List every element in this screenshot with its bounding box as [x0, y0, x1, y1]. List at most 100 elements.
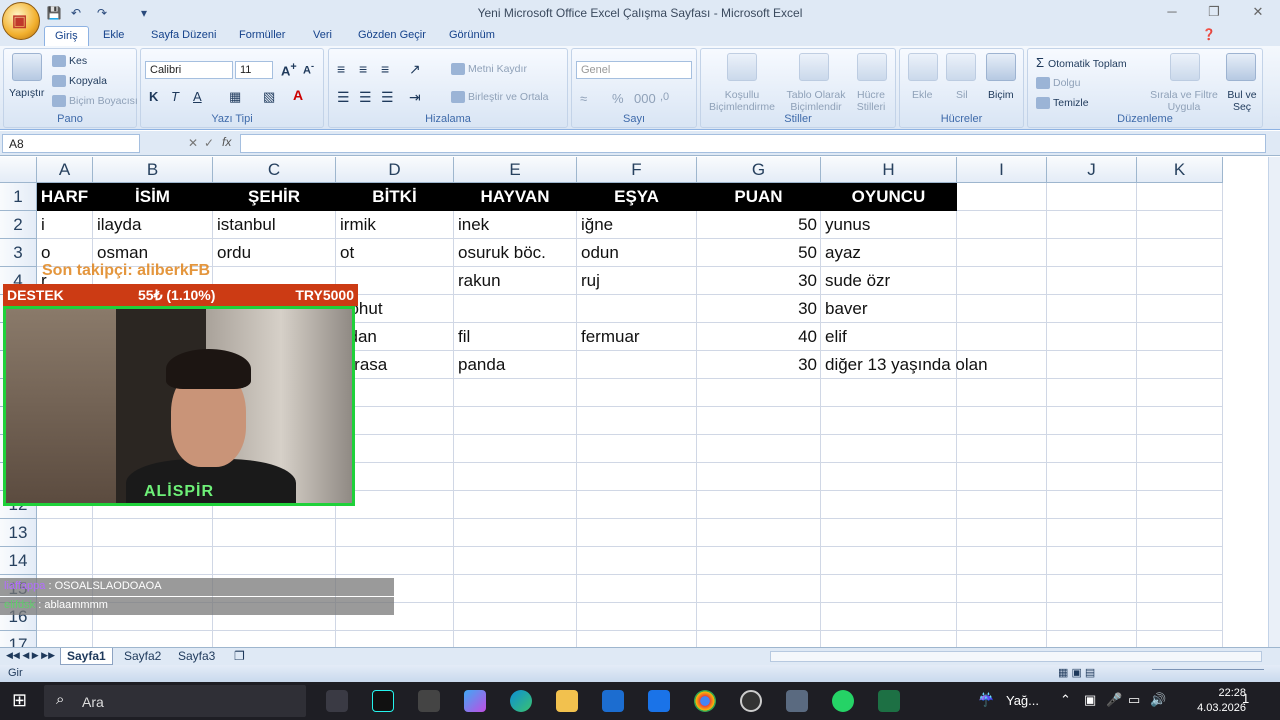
empty-cell[interactable]	[37, 547, 93, 575]
bold-icon[interactable]: K	[149, 89, 158, 104]
table-cell[interactable]: 50	[697, 211, 821, 239]
empty-cell[interactable]	[336, 519, 454, 547]
table-header-cell[interactable]: PUAN	[697, 183, 821, 211]
underline-icon[interactable]: A	[193, 89, 202, 104]
paste-button[interactable]: Yapıştır	[9, 87, 44, 99]
table-header-cell[interactable]: ŞEHİR	[213, 183, 336, 211]
copy-button[interactable]: Kopyala	[52, 75, 107, 88]
format-as-table-button[interactable]: Tablo Olarak Biçimlendir	[781, 89, 851, 113]
empty-cell[interactable]	[697, 407, 821, 435]
paste-icon[interactable]	[12, 53, 42, 81]
format-painter-button[interactable]: Biçim Boyacısı	[52, 95, 138, 108]
empty-cell[interactable]	[93, 547, 213, 575]
empty-cell[interactable]	[1137, 351, 1223, 379]
table-cell[interactable]: ayaz	[821, 239, 957, 267]
number-format-select[interactable]: Genel	[576, 61, 692, 79]
align-right-icon[interactable]: ☰	[381, 89, 394, 106]
empty-cell[interactable]	[577, 491, 697, 519]
column-header[interactable]: F	[577, 157, 697, 183]
empty-cell[interactable]	[1137, 379, 1223, 407]
empty-cell[interactable]	[1137, 575, 1223, 603]
table-cell[interactable]: ilayda	[93, 211, 213, 239]
maximize-button[interactable]: ❐	[1204, 4, 1224, 20]
empty-cell[interactable]	[697, 435, 821, 463]
enter-icon[interactable]: ✓	[204, 136, 214, 150]
table-cell[interactable]: yunus	[821, 211, 957, 239]
windows-start-icon[interactable]: ⊞	[12, 690, 27, 711]
empty-cell[interactable]	[1137, 519, 1223, 547]
table-cell[interactable]: baver	[821, 295, 957, 323]
empty-cell[interactable]	[1047, 267, 1137, 295]
insert-function-icon[interactable]: fx	[222, 135, 231, 149]
empty-cell[interactable]	[957, 379, 1047, 407]
format-cells-button[interactable]: Biçim	[988, 89, 1014, 101]
delete-cells-icon[interactable]	[946, 53, 976, 81]
table-cell[interactable]: 30	[697, 295, 821, 323]
table-cell[interactable]: istanbul	[213, 211, 336, 239]
empty-cell[interactable]	[1047, 323, 1137, 351]
table-header-cell[interactable]: BİTKİ	[336, 183, 454, 211]
empty-cell[interactable]	[1047, 379, 1137, 407]
row-header[interactable]: 17	[0, 631, 37, 647]
shrink-font-icon[interactable]: A-	[303, 61, 314, 77]
fill-button[interactable]: Dolgu	[1036, 77, 1080, 90]
table-header-cell[interactable]: İSİM	[93, 183, 213, 211]
column-header[interactable]: I	[957, 157, 1047, 183]
network-icon[interactable]: ▭	[1128, 692, 1140, 708]
italic-icon[interactable]: T	[171, 89, 179, 104]
conditional-format-icon[interactable]	[727, 53, 757, 81]
row-header[interactable]: 13	[0, 519, 37, 547]
column-header[interactable]: G	[697, 157, 821, 183]
clear-button[interactable]: Temizle	[1036, 97, 1089, 110]
row-header[interactable]: 2	[0, 211, 37, 239]
table-cell[interactable]: osuruk böc.	[454, 239, 577, 267]
empty-cell[interactable]	[1047, 295, 1137, 323]
epic-games-icon[interactable]	[418, 690, 440, 712]
table-cell[interactable]	[577, 295, 697, 323]
empty-cell[interactable]	[957, 239, 1047, 267]
clock[interactable]: 22:28 4.03.2026	[1197, 686, 1246, 716]
empty-cell[interactable]	[821, 491, 957, 519]
table-cell[interactable]: ruj	[577, 267, 697, 295]
empty-cell[interactable]	[454, 603, 577, 631]
empty-cell[interactable]	[454, 519, 577, 547]
tray-chevron-icon[interactable]: ⌃	[1060, 692, 1071, 708]
outlook-icon[interactable]	[648, 690, 670, 712]
select-all-corner[interactable]	[0, 157, 37, 183]
empty-cell[interactable]	[454, 379, 577, 407]
tab-home[interactable]: Giriş	[44, 26, 89, 47]
orientation-icon[interactable]: ↗	[409, 61, 421, 78]
column-header[interactable]: H	[821, 157, 957, 183]
column-header[interactable]: B	[93, 157, 213, 183]
empty-cell[interactable]	[1047, 603, 1137, 631]
empty-cell[interactable]	[1137, 547, 1223, 575]
table-cell[interactable]	[577, 351, 697, 379]
align-bottom-icon[interactable]: ≡	[381, 61, 389, 77]
empty-cell[interactable]	[821, 435, 957, 463]
align-left-icon[interactable]: ☰	[337, 89, 350, 106]
column-header[interactable]: E	[454, 157, 577, 183]
table-cell[interactable]: diğer 13 yaşında olan	[821, 351, 988, 379]
empty-cell[interactable]	[697, 631, 821, 647]
empty-cell[interactable]	[697, 463, 821, 491]
empty-cell[interactable]	[1047, 211, 1137, 239]
empty-cell[interactable]	[1137, 463, 1223, 491]
empty-cell[interactable]	[821, 519, 957, 547]
merge-center-button[interactable]: Birleştir ve Ortala	[451, 91, 549, 104]
currency-icon[interactable]: ≈	[580, 91, 587, 106]
sheet-tab-sayfa2[interactable]: Sayfa2	[118, 648, 167, 665]
cell-styles-button[interactable]: Hücre Stilleri	[849, 89, 893, 113]
empty-cell[interactable]	[697, 379, 821, 407]
empty-cell[interactable]	[93, 631, 213, 647]
percent-icon[interactable]: %	[612, 91, 624, 106]
empty-cell[interactable]	[821, 463, 957, 491]
table-header-cell[interactable]: HARF	[37, 183, 93, 211]
empty-cell[interactable]	[821, 407, 957, 435]
obs-icon[interactable]	[740, 690, 762, 712]
empty-cell[interactable]	[577, 435, 697, 463]
empty-cell[interactable]	[821, 379, 957, 407]
table-cell[interactable]: iğne	[577, 211, 697, 239]
empty-cell[interactable]	[577, 519, 697, 547]
tiktok-icon[interactable]	[372, 690, 394, 712]
empty-cell[interactable]	[1047, 631, 1137, 647]
